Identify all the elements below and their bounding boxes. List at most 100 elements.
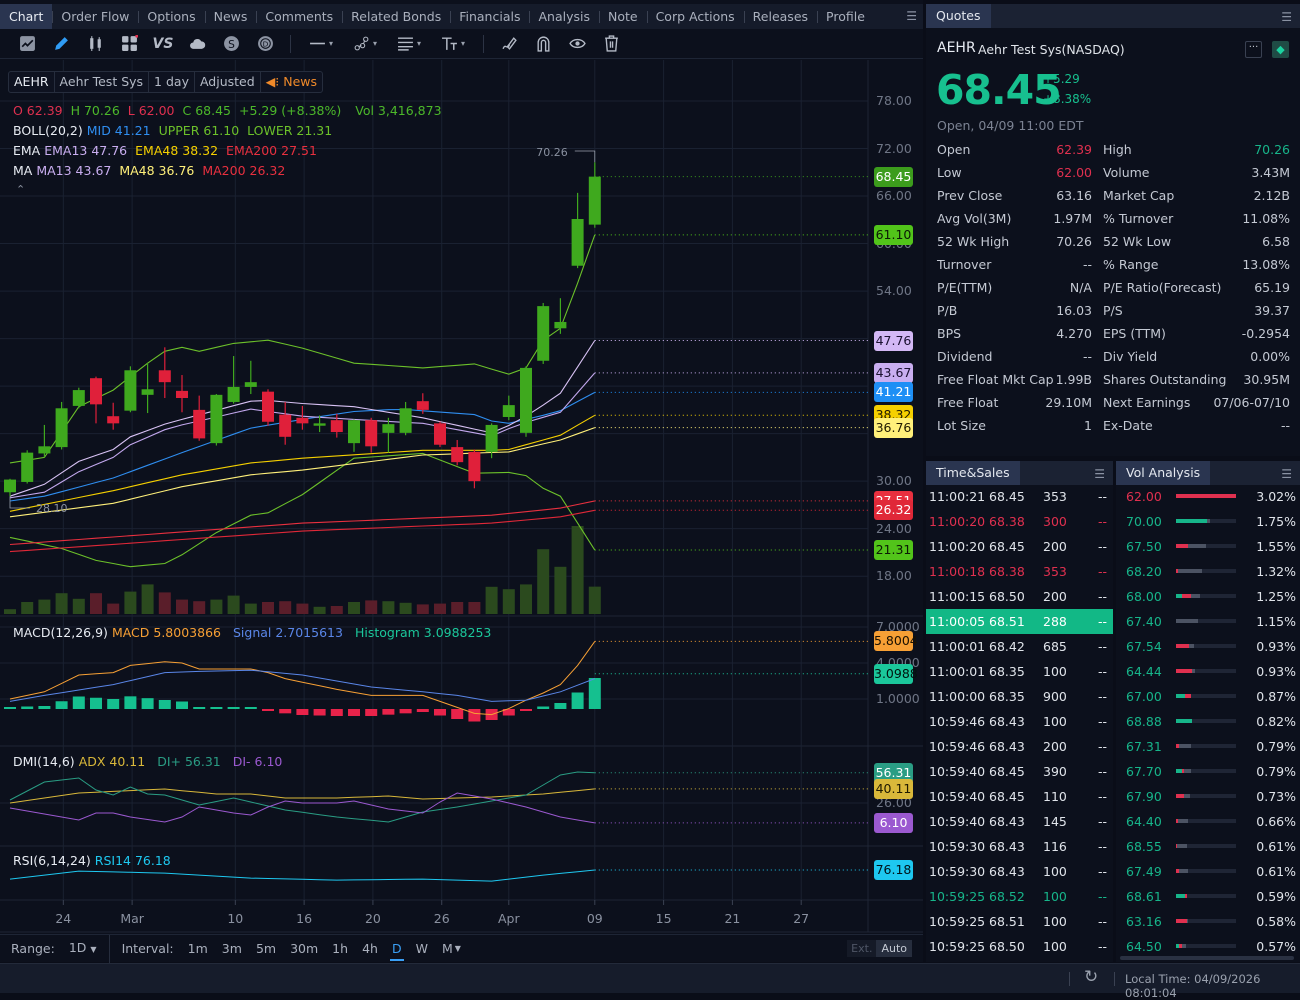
interval-d[interactable]: D bbox=[385, 936, 409, 962]
trade-row[interactable]: 11:00:05 68.51 288 -- bbox=[926, 609, 1113, 634]
vol-row[interactable]: 64.40 0.66% bbox=[1116, 809, 1300, 834]
trade-flag: -- bbox=[1098, 489, 1108, 504]
status-divider bbox=[1114, 972, 1115, 986]
vol-row[interactable]: 67.90 0.73% bbox=[1116, 784, 1300, 809]
stat-label: Avg Vol(3M) bbox=[937, 211, 1012, 226]
candle-body bbox=[348, 420, 360, 444]
volume-bar bbox=[38, 599, 51, 614]
vol-row[interactable]: 64.44 0.93% bbox=[1116, 659, 1300, 684]
period-selector[interactable]: 1 day bbox=[149, 72, 195, 92]
vol-row[interactable]: 70.00 1.75% bbox=[1116, 509, 1300, 534]
stat-value: 39.37 bbox=[1254, 303, 1290, 318]
candle-body bbox=[451, 447, 464, 463]
boll-legend[interactable]: BOLL(20,2) MID 41.21 UPPER 61.10 LOWER 21.3… bbox=[13, 123, 340, 138]
vol-analysis-menu-icon[interactable]: ☰ bbox=[1281, 467, 1292, 481]
low-marker-label: 28.10 bbox=[36, 502, 68, 515]
quote-stat: P/B 16.03 bbox=[937, 303, 1092, 318]
interval-w[interactable]: W bbox=[409, 936, 435, 962]
tab-time-sales[interactable]: Time&Sales bbox=[926, 461, 1020, 485]
interval-3m[interactable]: 3m bbox=[215, 936, 249, 962]
neutral-volume-fill bbox=[1191, 594, 1200, 598]
vol-row[interactable]: 68.88 0.82% bbox=[1116, 709, 1300, 734]
horizontal-scrollbar[interactable] bbox=[1120, 956, 1294, 960]
trade-row[interactable]: 10:59:25 68.52 100 -- bbox=[926, 884, 1113, 909]
quotes-menu-icon[interactable]: ☰ bbox=[1281, 10, 1292, 24]
vol-row[interactable]: 68.55 0.61% bbox=[1116, 834, 1300, 859]
trade-row[interactable]: 10:59:25 68.50 100 -- bbox=[926, 934, 1113, 959]
trade-row[interactable]: 10:59:40 68.45 390 -- bbox=[926, 759, 1113, 784]
trade-row[interactable]: 11:00:01 68.42 685 -- bbox=[926, 634, 1113, 659]
time-tick-label: 20 bbox=[364, 911, 381, 926]
macd-legend[interactable]: MACD(12,26,9) MACD 5.8003866 Signal 2.7015… bbox=[13, 625, 499, 640]
vol-row[interactable]: 67.40 1.15% bbox=[1116, 609, 1300, 634]
range-dropdown[interactable]: 1D ▼ bbox=[62, 934, 110, 963]
interval-5m[interactable]: 5m bbox=[249, 936, 283, 962]
neutral-volume-fill bbox=[1177, 844, 1188, 848]
macd-histogram-bar bbox=[279, 709, 292, 714]
vol-row[interactable]: 62.00 3.02% bbox=[1116, 484, 1300, 509]
vol-row[interactable]: 63.16 0.58% bbox=[1116, 909, 1300, 934]
trade-row[interactable]: 11:00:21 68.45 353 -- bbox=[926, 484, 1113, 509]
collapse-legend-icon[interactable]: ⌃ bbox=[16, 183, 25, 196]
vol-row[interactable]: 67.31 0.79% bbox=[1116, 734, 1300, 759]
more-options-icon[interactable]: ··· bbox=[1245, 41, 1262, 58]
price-chart[interactable]: 70.26 28.10 bbox=[0, 0, 923, 934]
symbol-ticker[interactable]: AEHR bbox=[9, 72, 55, 92]
vol-bar bbox=[1176, 669, 1236, 673]
trade-row[interactable]: 10:59:46 68.43 100 -- bbox=[926, 709, 1113, 734]
vol-row[interactable]: 68.61 0.59% bbox=[1116, 884, 1300, 909]
vol-row[interactable]: 67.50 1.55% bbox=[1116, 534, 1300, 559]
volume-bar bbox=[365, 600, 378, 614]
dmi-legend[interactable]: DMI(14,6) ADX 40.11 DI+ 56.31 DI- 6.10 bbox=[13, 754, 290, 769]
trade-row[interactable]: 11:00:00 68.35 900 -- bbox=[926, 684, 1113, 709]
vol-row[interactable]: 67.54 0.93% bbox=[1116, 634, 1300, 659]
adjust-selector[interactable]: Adjusted bbox=[195, 72, 261, 92]
sell-volume-fill bbox=[1176, 919, 1187, 923]
interval-1m[interactable]: 1m bbox=[181, 936, 215, 962]
ma-legend[interactable]: MA MA13 43.67 MA48 36.76 MA200 26.32 bbox=[13, 163, 293, 178]
trade-row[interactable]: 10:59:40 68.45 110 -- bbox=[926, 784, 1113, 809]
time-sales-menu-icon[interactable]: ☰ bbox=[1094, 467, 1105, 481]
diamond-icon[interactable]: ◆ bbox=[1272, 41, 1289, 58]
news-toggle[interactable]: ◀⁝ News bbox=[261, 72, 322, 92]
vol-row[interactable]: 68.20 1.32% bbox=[1116, 559, 1300, 584]
vol-pct: 1.25% bbox=[1256, 589, 1296, 604]
interval-1h[interactable]: 1h bbox=[325, 936, 355, 962]
price-tag: 21.31 bbox=[874, 539, 913, 560]
stat-label: High bbox=[1103, 142, 1132, 157]
vol-analysis-header: Vol Analysis ☰ bbox=[1116, 461, 1300, 485]
interval-m[interactable]: M bbox=[435, 936, 460, 962]
trade-row[interactable]: 10:59:40 68.43 145 -- bbox=[926, 809, 1113, 834]
trade-row[interactable]: 11:00:18 68.38 353 -- bbox=[926, 559, 1113, 584]
trade-price: 68.43 bbox=[989, 864, 1025, 879]
vol-row[interactable]: 68.00 1.25% bbox=[1116, 584, 1300, 609]
vol-row[interactable]: 67.00 0.87% bbox=[1116, 684, 1300, 709]
macd-histogram-bar bbox=[313, 709, 326, 716]
trade-row[interactable]: 10:59:46 68.43 200 -- bbox=[926, 734, 1113, 759]
trade-row[interactable]: 11:00:20 68.45 200 -- bbox=[926, 534, 1113, 559]
vol-row[interactable]: 67.70 0.79% bbox=[1116, 759, 1300, 784]
vol-price: 67.49 bbox=[1126, 864, 1162, 879]
trade-row[interactable]: 11:00:15 68.50 200 -- bbox=[926, 584, 1113, 609]
trade-row[interactable]: 10:59:30 68.43 116 -- bbox=[926, 834, 1113, 859]
interval-30m[interactable]: 30m bbox=[283, 936, 325, 962]
rsi-legend[interactable]: RSI(6,14,24) RSI14 76.18 bbox=[13, 853, 179, 868]
vol-pct: 0.87% bbox=[1256, 689, 1296, 704]
trade-row[interactable]: 10:59:30 68.43 100 -- bbox=[926, 859, 1113, 884]
quote-stat: Next Earnings 07/06-07/10 bbox=[1103, 395, 1290, 410]
ema-legend[interactable]: EMA EMA13 47.76 EMA48 38.32 EMA200 27.51 bbox=[13, 143, 325, 158]
trade-row[interactable]: 11:00:01 68.35 100 -- bbox=[926, 659, 1113, 684]
interval-4h[interactable]: 4h bbox=[355, 936, 385, 962]
tab-vol-analysis[interactable]: Vol Analysis bbox=[1116, 461, 1211, 485]
trade-row[interactable]: 10:59:25 68.51 100 -- bbox=[926, 909, 1113, 934]
ext-hours-toggle[interactable]: Ext. bbox=[847, 940, 877, 957]
signal-line bbox=[9, 669, 595, 702]
vol-bar bbox=[1176, 944, 1236, 948]
trade-row[interactable]: 11:00:20 68.38 300 -- bbox=[926, 509, 1113, 534]
vol-row[interactable]: 67.49 0.61% bbox=[1116, 859, 1300, 884]
quote-stat: P/S 39.37 bbox=[1103, 303, 1290, 318]
auto-scale-toggle[interactable]: Auto bbox=[876, 940, 912, 957]
refresh-icon[interactable]: ↻ bbox=[1084, 967, 1098, 987]
tab-quotes[interactable]: Quotes bbox=[926, 4, 991, 28]
vol-bar bbox=[1176, 619, 1236, 623]
